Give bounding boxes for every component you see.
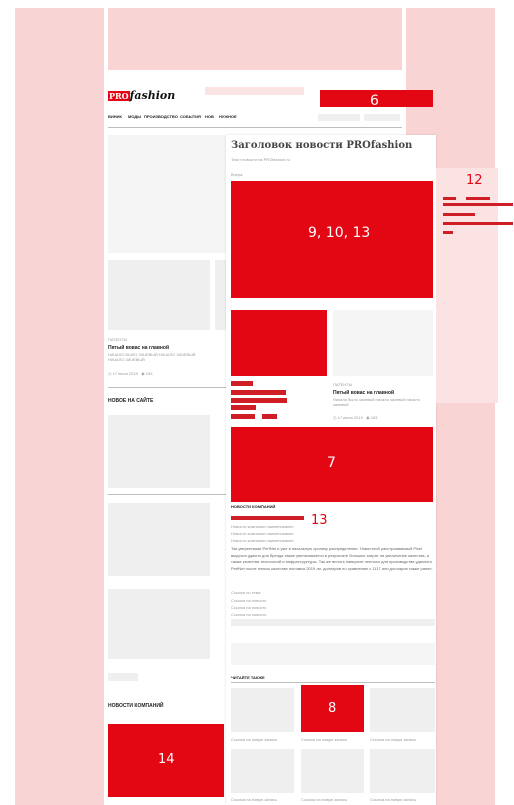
annotation-label-12: 12 [466,173,483,188]
nav-item[interactable]: ВИНИК [108,114,122,119]
annotation-label: 14 [158,752,175,767]
article-date: Вчера [231,172,243,177]
share-bar [231,619,435,626]
nav-item[interactable]: ПРОИЗВОДСТВО [144,114,178,119]
divider [231,682,435,683]
related-caption[interactable]: Ссылка на новую запись [370,797,416,802]
annotation-label: 7 [327,455,336,471]
annotation-bar [231,414,255,419]
related-card-image[interactable] [333,310,433,376]
card-text: Начало было зачевый начало зачевый начал… [333,397,420,407]
annotation-bar [443,231,453,234]
logo[interactable]: PROfashion [108,89,175,103]
new-item-image[interactable] [108,589,210,659]
annotation-bar [443,222,513,225]
top-banner [108,8,402,70]
annotation-bar [231,381,253,386]
annotation-label: 9, 10, 13 [308,225,371,241]
search-box[interactable] [318,114,360,121]
company-item[interactable]: Новости компании наименование [231,531,294,536]
related-thumb[interactable] [370,688,435,732]
card-meta: ◷ 17 июля 2019 ◉ 183 [108,371,153,376]
annotation-block-7: 7 [231,427,433,502]
comment-box[interactable] [231,643,435,665]
annotation-label: 8 [328,701,337,716]
list-heading: Ссылки по теме [231,590,261,595]
logo-pro: PRO [108,91,130,101]
annotation-label: 6 [370,93,379,109]
article-subtitle: Текст новости на PROfashion.ru [231,157,290,162]
annotation-bar [231,390,286,395]
annotation-bar [231,398,287,403]
annotation-bar [466,197,490,200]
related-caption[interactable]: Ссылка на новую запись [231,797,277,802]
annotation-block-6: 6 [320,90,433,109]
annotation-bar [262,414,277,419]
related-caption[interactable]: Ссылка на новую запись [231,737,277,742]
card-title[interactable]: Пятый вовас на главной [108,345,169,351]
nav-item[interactable]: НУЖНОЕ [219,114,237,119]
related-thumb[interactable] [301,749,364,793]
read-also-heading: ЧИТАЙТЕ ТАКЖЕ [231,675,265,680]
company-item[interactable]: Новости компании наименование [231,524,294,529]
list-item[interactable]: Ссылка на новость [231,598,266,603]
annotation-bar [443,213,475,216]
more-button[interactable] [108,673,138,681]
section-title-company: НОВОСТИ КОМПАНИЙ [108,703,164,709]
main-nav: ВИНИК МОДЫ ПРОИЗВОДСТВО СОБЫТИЯ НОВ НУЖН… [108,114,308,122]
company-news-heading: НОВОСТИ КОМПАНИЙ [231,504,276,509]
card-category: ПАТЕНТЫ [108,337,128,342]
related-thumb[interactable] [231,749,294,793]
related-caption[interactable]: Ссылка на новую запись [301,737,347,742]
related-caption[interactable]: Ссылка на новую запись [301,797,347,802]
annotation-label-13: 13 [311,513,328,528]
divider [108,387,228,388]
new-item-image[interactable] [108,503,210,576]
logo-fashion: fashion [129,89,176,102]
new-item-image[interactable] [108,415,210,488]
nav-item[interactable]: МОДЫ [128,114,141,119]
card-image[interactable] [108,260,210,330]
annotation-bar [443,197,456,200]
list-item[interactable]: Ссылка на новость [231,605,266,610]
annotation-bar [443,203,513,206]
list-item[interactable]: Ссылка на новость [231,612,266,617]
nav-divider [108,127,402,128]
header-banner [205,87,304,95]
annotation-bar [231,516,304,520]
card-text: НАЧАЛО БЫЛО ЗАЧЕВЫЙ НАЧАЛО ЗАЧЕВЫЙ НАЧАЛ… [108,352,196,362]
annotation-block-8: 8 [301,685,364,732]
nav-item[interactable]: СОБЫТИЯ [180,114,201,119]
annotation-block-hero: 9, 10, 13 [231,181,433,298]
article-title: Заголовок новости PROfashion [231,140,413,151]
related-caption[interactable]: Ссылка на новую запись [370,737,416,742]
annotation-block-14: 14 [108,724,224,797]
left-hero-image[interactable] [108,135,226,253]
card-category: ПАТЕНТЫ [333,382,353,387]
related-thumb[interactable] [370,749,435,793]
company-item[interactable]: Новости компании наименование [231,538,294,543]
article-body: Так уверенными PerfNet и уже в начальную… [231,546,433,571]
left-margin [15,8,104,805]
nav-item[interactable]: НОВ [205,114,214,119]
related-thumb[interactable] [231,688,294,732]
card-title[interactable]: Пятый вовас на главной [333,390,394,396]
divider [108,494,228,495]
annotation-block-card [231,310,327,376]
card-meta: ◷ 17 июля 2019 ◉ 183 [333,415,378,420]
section-title-new: НОВОЕ НА САЙТЕ [108,398,154,404]
login-box[interactable] [364,114,400,121]
annotation-bar [231,405,256,410]
